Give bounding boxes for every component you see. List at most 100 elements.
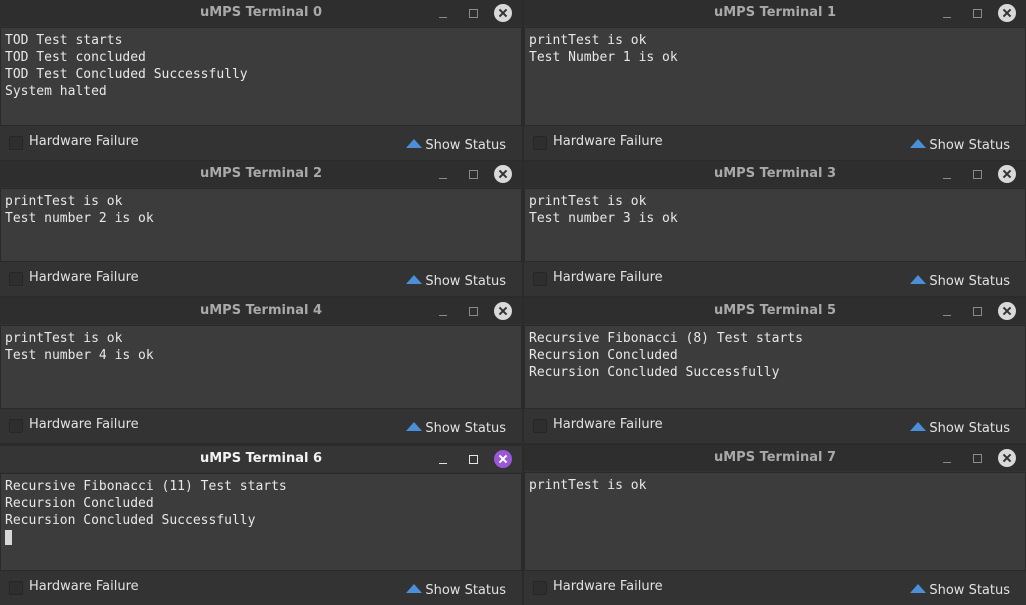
terminal-line: TOD Test starts [5,33,123,48]
hardware-failure-checkbox[interactable] [533,136,547,150]
hardware-failure-checkbox[interactable] [9,581,23,595]
maximize-icon[interactable] [968,449,986,467]
status-bar: Hardware Failure Show Status [524,126,1026,160]
triangle-up-icon [910,584,927,593]
hardware-failure-checkbox[interactable] [9,136,23,150]
terminal-line: System halted [5,84,107,99]
show-status-label: Show Status [929,274,1010,289]
status-bar: Hardware Failure Show Status [524,409,1026,443]
show-status-button[interactable]: Show Status [406,417,506,436]
terminal-line: Recursion Concluded [529,348,678,363]
show-status-button[interactable]: Show Status [910,579,1010,598]
minimize-icon[interactable] [434,4,452,22]
status-bar: Hardware Failure Show Status [524,262,1026,296]
terminal-window-5[interactable]: uMPS Terminal 5 Recursive Fibonacci (8) … [524,298,1026,443]
hardware-failure-label[interactable]: Hardware Failure [29,270,139,285]
close-icon[interactable] [998,449,1016,467]
close-icon[interactable] [998,4,1016,22]
hardware-failure-label[interactable]: Hardware Failure [29,134,139,149]
maximize-icon[interactable] [464,302,482,320]
hardware-failure-label[interactable]: Hardware Failure [553,134,663,149]
terminal-line: Recursive Fibonacci (11) Test starts [5,479,287,494]
terminal-window-3[interactable]: uMPS Terminal 3 printTest is ok Test num… [524,161,1026,296]
close-icon[interactable] [494,4,512,22]
status-bar: Hardware Failure Show Status [0,126,522,160]
terminal-line: Recursion Concluded Successfully [529,365,780,380]
show-status-button[interactable]: Show Status [406,134,506,153]
maximize-icon[interactable] [968,165,986,183]
terminal-line: printTest is ok [5,331,123,346]
terminal-output[interactable]: printTest is ok Test Number 1 is ok [524,27,1026,126]
minimize-icon[interactable] [938,4,956,22]
triangle-up-icon [910,275,927,284]
show-status-button[interactable]: Show Status [910,417,1010,436]
close-icon[interactable] [494,302,512,320]
show-status-label: Show Status [425,138,506,153]
terminal-window-1[interactable]: uMPS Terminal 1 printTest is ok Test Num… [524,0,1026,160]
terminal-output[interactable]: printTest is ok Test number 3 is ok [524,188,1026,262]
triangle-up-icon [406,139,423,148]
close-icon[interactable] [998,302,1016,320]
hardware-failure-checkbox[interactable] [533,272,547,286]
maximize-icon[interactable] [968,302,986,320]
hardware-failure-label[interactable]: Hardware Failure [553,579,663,594]
maximize-icon[interactable] [464,4,482,22]
show-status-button[interactable]: Show Status [406,270,506,289]
terminal-line: printTest is ok [5,194,123,209]
hardware-failure-label[interactable]: Hardware Failure [29,579,139,594]
status-bar: Hardware Failure Show Status [0,571,522,605]
hardware-failure-label[interactable]: Hardware Failure [553,417,663,432]
show-status-label: Show Status [929,583,1010,598]
maximize-icon[interactable] [968,4,986,22]
hardware-failure-label[interactable]: Hardware Failure [553,270,663,285]
minimize-icon[interactable] [434,302,452,320]
show-status-label: Show Status [929,138,1010,153]
terminal-line: Recursion Concluded [5,496,154,511]
terminal-window-0[interactable]: uMPS Terminal 0 TOD Test starts TOD Test… [0,0,522,160]
terminal-line: Test Number 1 is ok [529,50,678,65]
close-icon[interactable] [494,165,512,183]
show-status-button[interactable]: Show Status [910,134,1010,153]
hardware-failure-checkbox[interactable] [533,581,547,595]
terminal-window-6[interactable]: uMPS Terminal 6 Recursive Fibonacci (11)… [0,446,522,605]
terminal-line: Test number 4 is ok [5,348,154,363]
close-icon[interactable] [998,165,1016,183]
terminal-output[interactable]: printTest is ok [524,472,1026,571]
maximize-icon[interactable] [464,450,482,468]
minimize-icon[interactable] [938,302,956,320]
terminal-output[interactable]: Recursive Fibonacci (8) Test starts Recu… [524,325,1026,409]
triangle-up-icon [910,139,927,148]
terminal-output[interactable]: printTest is ok Test number 2 is ok [0,188,522,262]
status-bar: Hardware Failure Show Status [0,409,522,443]
show-status-button[interactable]: Show Status [910,270,1010,289]
triangle-up-icon [406,422,423,431]
show-status-label: Show Status [425,421,506,436]
maximize-icon[interactable] [464,165,482,183]
minimize-icon[interactable] [434,450,452,468]
close-icon[interactable] [494,450,512,468]
triangle-up-icon [910,422,927,431]
triangle-up-icon [406,584,423,593]
text-cursor [5,530,12,545]
minimize-icon[interactable] [434,165,452,183]
minimize-icon[interactable] [938,449,956,467]
hardware-failure-checkbox[interactable] [533,419,547,433]
hardware-failure-checkbox[interactable] [9,419,23,433]
show-status-label: Show Status [929,421,1010,436]
terminal-window-4[interactable]: uMPS Terminal 4 printTest is ok Test num… [0,298,522,443]
terminal-line: Test number 2 is ok [5,211,154,226]
terminal-line: Recursive Fibonacci (8) Test starts [529,331,803,346]
terminal-output[interactable]: TOD Test starts TOD Test concluded TOD T… [0,27,522,126]
minimize-icon[interactable] [938,165,956,183]
hardware-failure-checkbox[interactable] [9,272,23,286]
terminal-output[interactable]: printTest is ok Test number 4 is ok [0,325,522,409]
hardware-failure-label[interactable]: Hardware Failure [29,417,139,432]
terminal-output[interactable]: Recursive Fibonacci (11) Test starts Rec… [0,473,522,571]
status-bar: Hardware Failure Show Status [0,262,522,296]
terminal-window-2[interactable]: uMPS Terminal 2 printTest is ok Test num… [0,161,522,296]
terminal-window-7[interactable]: uMPS Terminal 7 printTest is ok Hardware… [524,445,1026,605]
show-status-button[interactable]: Show Status [406,579,506,598]
terminal-cursor-line [5,529,517,550]
show-status-label: Show Status [425,274,506,289]
terminal-line: printTest is ok [529,33,647,48]
